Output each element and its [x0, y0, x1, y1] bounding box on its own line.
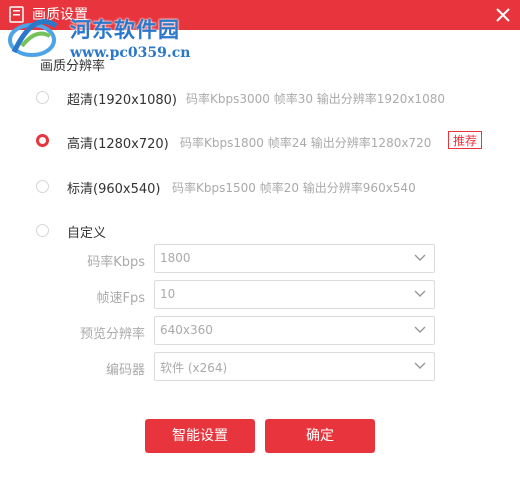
option-label: 高清(1280x720) [67, 137, 169, 152]
option-desc: 码率Kbps1500 帧率20 输出分辨率960x540 [172, 181, 416, 195]
preview-resolution-label: 预览分辨率 [79, 327, 145, 342]
window-title: 画质设置 [32, 7, 88, 23]
encoder-value: 软件 (x264) [160, 361, 228, 375]
chevron-down-icon [414, 362, 426, 369]
radio-custom[interactable] [36, 224, 49, 237]
bitrate-select[interactable]: 1800 [154, 244, 435, 273]
radio-ultra-hd[interactable] [36, 91, 49, 104]
fps-label: 帧速Fps [96, 291, 145, 306]
preview-resolution-value: 640x360 [160, 323, 213, 337]
option-label: 自定义 [67, 226, 107, 241]
close-button[interactable] [491, 3, 515, 27]
ok-button[interactable]: 确定 [265, 419, 375, 453]
option-desc: 码率Kbps1800 帧率24 输出分辨率1280x720 [180, 136, 432, 150]
window-app-icon [9, 6, 24, 23]
chevron-down-icon [414, 290, 426, 297]
chevron-down-icon [414, 254, 426, 261]
fps-select[interactable]: 10 [154, 280, 435, 309]
close-icon [496, 8, 510, 22]
recommend-badge: 推荐 [448, 131, 483, 149]
radio-hd[interactable] [36, 134, 49, 147]
preview-resolution-select[interactable]: 640x360 [154, 316, 435, 345]
option-desc: 码率Kbps3000 帧率30 输出分辨率1920x1080 [186, 92, 445, 106]
option-label: 超清(1920x1080) [67, 93, 178, 108]
bitrate-label: 码率Kbps [87, 255, 145, 270]
encoder-label: 编码器 [105, 363, 145, 378]
section-label: 画质分辨率 [40, 59, 106, 74]
encoder-select[interactable]: 软件 (x264) [154, 352, 435, 381]
smart-settings-button[interactable]: 智能设置 [145, 419, 255, 453]
fps-value: 10 [160, 287, 176, 301]
option-label: 标清(960x540) [67, 182, 161, 197]
radio-sd[interactable] [36, 180, 49, 193]
bitrate-value: 1800 [160, 251, 191, 265]
title-bar: 画质设置 [0, 0, 520, 30]
chevron-down-icon [414, 326, 426, 333]
